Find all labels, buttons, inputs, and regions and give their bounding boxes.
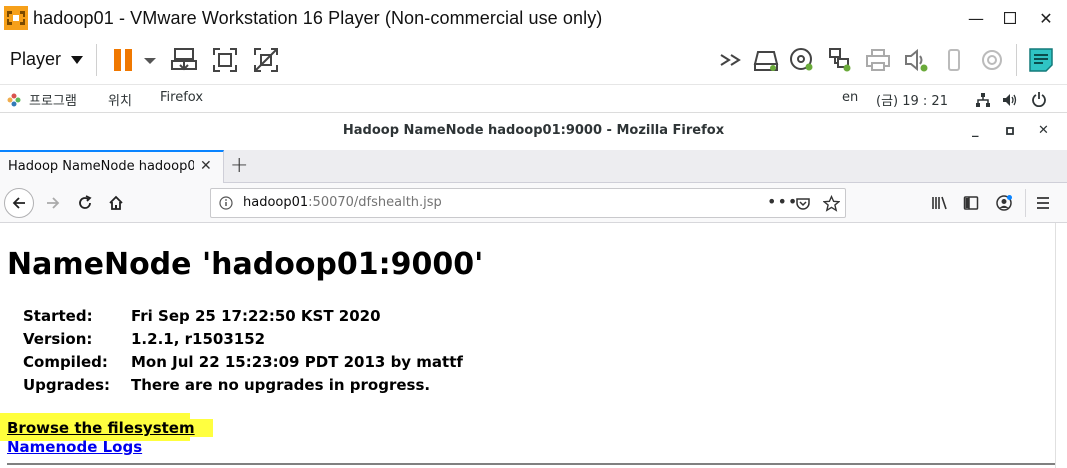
arrow-left-icon (12, 197, 25, 209)
namenode-info-table: Started: Fri Sep 25 17:22:50 KST 2020 Ve… (23, 307, 463, 399)
network-adapter-icon[interactable] (826, 46, 854, 74)
player-menu-button[interactable]: Player (10, 49, 84, 70)
home-button[interactable] (101, 188, 131, 218)
info-value: 1.2.1, r1503152 (131, 330, 266, 348)
url-path: :50070/dfshealth.jsp (308, 195, 442, 210)
library-icon[interactable] (931, 195, 949, 211)
page-actions-icon[interactable]: ••• (767, 192, 798, 211)
player-menu-label: Player (10, 49, 62, 69)
network-icon[interactable] (975, 92, 991, 108)
home-icon (109, 195, 123, 210)
toolbar-divider (1025, 189, 1026, 217)
volume-icon[interactable] (1002, 92, 1018, 108)
power-icon[interactable] (1031, 91, 1047, 107)
info-row-started: Started: Fri Sep 25 17:22:50 KST 2020 (23, 307, 463, 330)
vmware-toolbar: Player (0, 36, 1067, 84)
hamburger-menu-icon[interactable] (1035, 195, 1051, 211)
reload-icon (79, 195, 92, 209)
info-value: There are no upgrades in progress. (131, 376, 431, 394)
chevron-down-icon (71, 55, 84, 64)
info-key: Upgrades: (23, 376, 111, 394)
vmware-window-title: hadoop01 - VMware Workstation 16 Player … (33, 7, 603, 28)
navigation-bar: hadoop01:50070/dfshealth.jsp ••• (0, 183, 1067, 223)
sidebar-icon[interactable] (963, 195, 979, 211)
show-more-devices-icon[interactable] (718, 46, 746, 74)
input-language-indicator[interactable]: en (842, 90, 858, 105)
clock[interactable]: (금) 19 : 21 (876, 90, 948, 109)
maximize-icon[interactable] (992, 0, 1028, 36)
page-content: NameNode 'hadoop01:9000' Started: Fri Se… (0, 223, 1067, 468)
message-log-icon[interactable] (1027, 46, 1055, 74)
forward-button[interactable] (38, 188, 68, 218)
firefox-app-menu[interactable]: Firefox (160, 90, 203, 105)
firefox-window-title: Hadoop NameNode hadoop01:9000 - Mozilla … (342, 123, 725, 138)
full-screen-icon[interactable] (211, 46, 239, 74)
pause-icon[interactable] (110, 46, 138, 74)
unity-mode-icon[interactable] (252, 46, 280, 74)
send-ctrl-alt-del-icon[interactable] (170, 46, 198, 74)
applications-menu[interactable]: 프로그램 (29, 90, 77, 109)
info-value: Fri Sep 25 17:22:50 KST 2020 (131, 307, 381, 325)
guest-top-bar: 프로그램 위치 Firefox en (금) 19 : 21 (0, 84, 1067, 112)
close-icon[interactable]: ✕ (1038, 123, 1049, 138)
tab-hadoop-namenode[interactable]: Hadoop NameNode hadoop01:9000 ✕ (0, 150, 224, 183)
namenode-logs-link[interactable]: Namenode Logs (7, 438, 142, 456)
pocket-icon[interactable] (795, 196, 811, 212)
url-bar[interactable]: hadoop01:50070/dfshealth.jsp ••• (210, 188, 846, 218)
minimize-icon[interactable]: — (958, 0, 994, 36)
cd-dvd-icon[interactable] (788, 46, 816, 74)
site-info-icon[interactable] (219, 196, 233, 210)
tab-label: Hadoop NameNode hadoop01:9000 (8, 159, 194, 174)
info-key: Compiled: (23, 353, 108, 371)
info-value: Mon Jul 22 15:23:09 PDT 2013 by mattf (131, 353, 463, 371)
sound-card-icon[interactable] (902, 46, 930, 74)
maximize-icon[interactable] (1006, 127, 1014, 135)
vmware-tools-icon[interactable] (978, 46, 1006, 74)
info-row-version: Version: 1.2.1, r1503152 (23, 330, 463, 353)
horizontal-rule (7, 463, 1055, 465)
account-icon[interactable] (995, 194, 1013, 212)
page-title: NameNode 'hadoop01:9000' (7, 247, 484, 282)
usb-device-icon[interactable] (940, 46, 968, 74)
tab-close-icon[interactable]: ✕ (200, 158, 212, 174)
firefox-title-bar: Hadoop NameNode hadoop01:9000 - Mozilla … (0, 112, 1067, 150)
new-tab-icon[interactable]: + (230, 153, 248, 178)
arrow-right-icon (47, 197, 60, 209)
info-key: Started: (23, 307, 93, 325)
vertical-scrollbar[interactable] (1055, 223, 1067, 468)
vmware-title-bar: hadoop01 - VMware Workstation 16 Player … (0, 0, 1067, 36)
url-host: hadoop01 (243, 195, 309, 210)
hard-disk-icon[interactable] (752, 46, 780, 74)
info-row-upgrades: Upgrades: There are no upgrades in progr… (23, 376, 463, 399)
back-button[interactable] (4, 188, 34, 218)
toolbar-divider (96, 44, 97, 76)
info-key: Version: (23, 330, 93, 348)
close-icon[interactable]: ✕ (1028, 0, 1064, 36)
url-text[interactable]: hadoop01:50070/dfshealth.jsp (243, 195, 442, 210)
info-row-compiled: Compiled: Mon Jul 22 15:23:09 PDT 2013 b… (23, 353, 463, 376)
applications-menu-icon (7, 93, 21, 107)
printer-icon[interactable] (864, 46, 892, 74)
places-menu[interactable]: 위치 (108, 90, 132, 109)
reload-button[interactable] (70, 188, 100, 218)
vmware-logo-icon (4, 6, 28, 30)
browse-filesystem-link[interactable]: Browse the filesystem (7, 419, 213, 437)
minimize-icon[interactable]: _ (972, 123, 979, 138)
bookmark-star-icon[interactable] (823, 195, 840, 212)
toolbar-divider (1016, 44, 1017, 76)
tab-strip: Hadoop NameNode hadoop01:9000 ✕ + (0, 150, 1067, 183)
pause-dropdown-icon[interactable] (142, 46, 158, 74)
